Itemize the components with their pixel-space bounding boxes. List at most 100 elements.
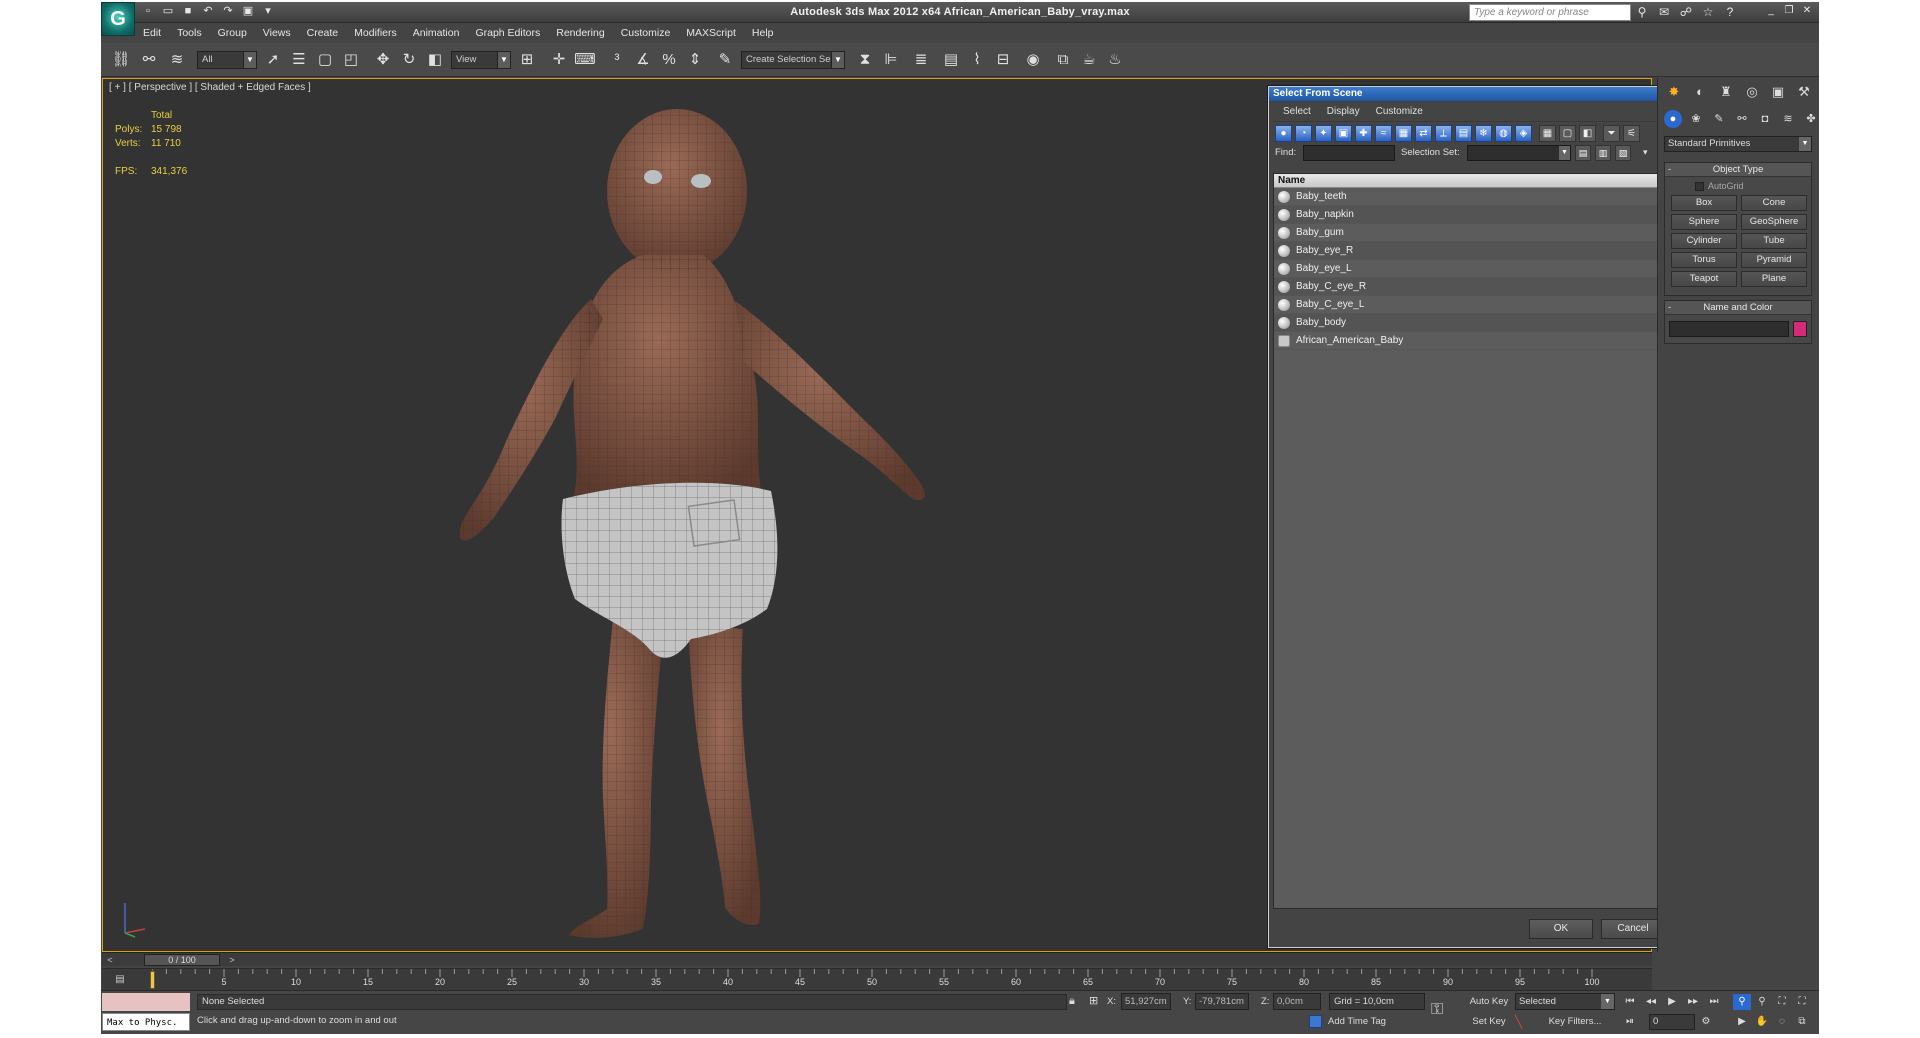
baby-leg-left[interactable] (569, 619, 663, 938)
tab-modify-icon[interactable]: ◐ (1690, 82, 1710, 102)
baby-torso[interactable] (573, 255, 763, 499)
display-containers-icon[interactable]: ▤ (1455, 125, 1472, 142)
tab-motion-icon[interactable]: ◎ (1742, 82, 1762, 102)
find-input[interactable] (1303, 145, 1395, 161)
menu-maxscript[interactable]: MAXScript (678, 23, 744, 43)
baby-leg-right[interactable] (688, 624, 761, 926)
schematic-view-icon[interactable]: ⊟ (991, 48, 1015, 72)
select-by-name-icon[interactable]: ☰ (287, 48, 311, 72)
selection-set-remove-icon[interactable]: ▧ (1615, 145, 1631, 161)
play-icon[interactable]: ▶ (1663, 994, 1681, 1010)
favorites-star-icon[interactable]: ☆ (1700, 4, 1716, 20)
select-scale-icon[interactable]: ◧ (423, 48, 447, 72)
menu-create[interactable]: Create (299, 23, 347, 43)
mirror-icon[interactable]: ⧗ (853, 48, 877, 72)
menu-modifiers[interactable]: Modifiers (346, 23, 405, 43)
select-invert-icon[interactable]: ◧ (1579, 125, 1596, 142)
search-input[interactable]: Type a keyword or phrase (1469, 4, 1631, 21)
select-object-icon[interactable]: ➚ (261, 48, 285, 72)
align-icon[interactable]: ⊫ (879, 48, 903, 72)
y-coordinate-field[interactable]: -79,781cm (1195, 993, 1249, 1010)
subscription-icon[interactable]: ✉ (1656, 4, 1672, 20)
default-in-out-tangent-icon[interactable]: ╲ (1515, 1015, 1522, 1029)
dialog-menu-customize[interactable]: Customize (1368, 106, 1431, 117)
filter-options-icon[interactable]: ⚟ (1623, 125, 1640, 142)
geosphere-button[interactable]: GeoSphere (1741, 214, 1807, 230)
baby-eye-left[interactable] (691, 174, 711, 188)
dialog-menu-display[interactable]: Display (1319, 106, 1368, 117)
ok-button[interactable]: OK (1529, 919, 1593, 939)
auto-key-button[interactable]: Auto Key (1466, 994, 1512, 1010)
zoom-extents-all-icon[interactable]: ⛶ (1793, 994, 1811, 1010)
display-hidden-icon[interactable]: ◍ (1495, 125, 1512, 142)
select-all-icon[interactable]: ▦ (1539, 125, 1556, 142)
menu-group[interactable]: Group (210, 23, 255, 43)
baby-napkin[interactable] (561, 482, 778, 658)
cancel-button[interactable]: Cancel (1601, 919, 1665, 939)
maximize-viewport-icon[interactable]: ⧉ (1793, 1014, 1811, 1030)
edit-named-sel-icon[interactable]: ✎ (713, 48, 737, 72)
angle-snap-icon[interactable]: ∡ (631, 48, 655, 72)
ref-coord-dropdown[interactable]: View ▼ (451, 51, 511, 69)
percent-snap-icon[interactable]: % (657, 48, 681, 72)
time-slider-next-icon[interactable]: > (226, 953, 238, 967)
unlink-icon[interactable]: ⚯ (137, 48, 161, 72)
list-item[interactable]: Baby_C_eye_R (1274, 278, 1674, 296)
tab-utilities-icon[interactable]: ⚒ (1794, 82, 1814, 102)
display-frozen-icon[interactable]: ❄ (1475, 125, 1492, 142)
current-frame-field[interactable]: 0 (1649, 1014, 1695, 1030)
selection-lock-icon[interactable]: 🔒︎ (1069, 995, 1075, 1008)
select-manipulate-icon[interactable]: ✛ (547, 48, 571, 72)
baby-eye-right[interactable] (644, 170, 662, 184)
dialog-menu-select[interactable]: Select (1275, 106, 1319, 117)
named-selection-dropdown[interactable]: Create Selection Se ▼ (741, 51, 845, 69)
shapes-icon[interactable]: ❀ (1687, 110, 1705, 128)
display-helpers-icon[interactable]: ✚ (1355, 125, 1372, 142)
teapot-button[interactable]: Teapot (1671, 271, 1737, 287)
menu-views[interactable]: Views (255, 23, 299, 43)
sphere-button[interactable]: Sphere (1671, 214, 1737, 230)
goto-end-icon[interactable]: ⏭ (1705, 994, 1723, 1010)
select-rotate-icon[interactable]: ↻ (397, 48, 421, 72)
rect-selection-icon[interactable]: ▢ (313, 48, 337, 72)
list-item[interactable]: Baby_napkin (1274, 206, 1674, 224)
name-color-title[interactable]: - Name and Color (1665, 301, 1811, 315)
cylinder-button[interactable]: Cylinder (1671, 233, 1737, 249)
helpers-icon[interactable]: ◘ (1756, 110, 1774, 128)
zoom-extents-icon[interactable]: ⛶ (1773, 994, 1791, 1010)
list-item[interactable]: African_American_Baby (1274, 332, 1674, 350)
maxscript-mini-listener-input[interactable]: Max to Physc. (102, 1013, 190, 1031)
maxscript-mini-listener-output[interactable] (102, 993, 190, 1011)
autogrid-checkbox[interactable]: AutoGrid (1695, 181, 1744, 191)
field-of-view-icon[interactable]: ▶ (1733, 1014, 1751, 1030)
add-time-tag-button[interactable]: Add Time Tag (1309, 1015, 1386, 1028)
object-color-swatch[interactable] (1793, 321, 1807, 337)
display-groups-icon[interactable]: ▦ (1395, 125, 1412, 142)
zoom-icon[interactable]: ⚲ (1733, 994, 1751, 1010)
menu-help[interactable]: Help (744, 23, 782, 43)
transform-mode-icon[interactable]: ⊞ (1089, 994, 1098, 1007)
time-slider[interactable]: < 0 / 100 > (102, 952, 1652, 966)
select-link-icon[interactable]: ⛓ (109, 48, 133, 72)
list-column-name[interactable]: Name ▽ (1274, 174, 1674, 188)
minimize-icon[interactable]: _ (1763, 4, 1779, 18)
list-item[interactable]: Baby_C_eye_L (1274, 296, 1674, 314)
filter-icon[interactable]: ⏷ (1603, 125, 1620, 142)
key-mode-dropdown[interactable]: Selected ▼ (1515, 993, 1615, 1010)
track-bar[interactable]: ▤ 5 10 15 20 25 30 35 40 45 50 55 60 65 70 75 80 85 90 95 1… (102, 968, 1652, 990)
select-move-icon[interactable]: ✥ (371, 48, 395, 72)
display-shapes-icon[interactable]: ◔ (1295, 125, 1312, 142)
display-geometry-icon[interactable]: ● (1275, 125, 1292, 142)
key-icon[interactable]: ⚿ (1431, 1001, 1443, 1019)
object-name-input[interactable] (1669, 321, 1789, 337)
layer-manager-icon[interactable]: ≣ (909, 48, 933, 72)
display-spacewarps-icon[interactable]: ≈ (1375, 125, 1392, 142)
render-production-icon[interactable]: ♨ (1103, 48, 1127, 72)
list-item[interactable]: Baby_eye_R (1274, 242, 1674, 260)
systems-icon[interactable]: ✤ (1802, 110, 1819, 128)
communication-icon[interactable]: ☍ (1678, 4, 1694, 20)
time-slider-handle[interactable]: 0 / 100 (144, 954, 220, 966)
primitive-category-dropdown[interactable]: Standard Primitives ▼ (1664, 136, 1812, 152)
list-item[interactable]: Baby_teeth (1274, 188, 1674, 206)
pyramid-button[interactable]: Pyramid (1741, 252, 1807, 268)
